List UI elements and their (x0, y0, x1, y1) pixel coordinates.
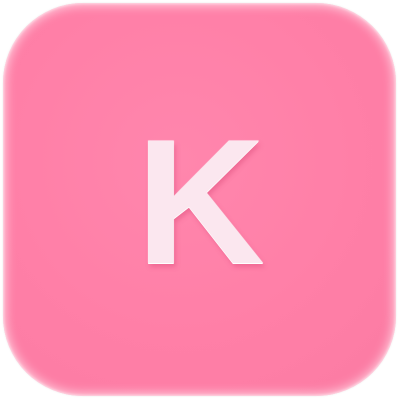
canvas: K (0, 0, 400, 400)
app-icon[interactable]: K (3, 3, 396, 396)
app-icon-letter: K (136, 101, 265, 301)
